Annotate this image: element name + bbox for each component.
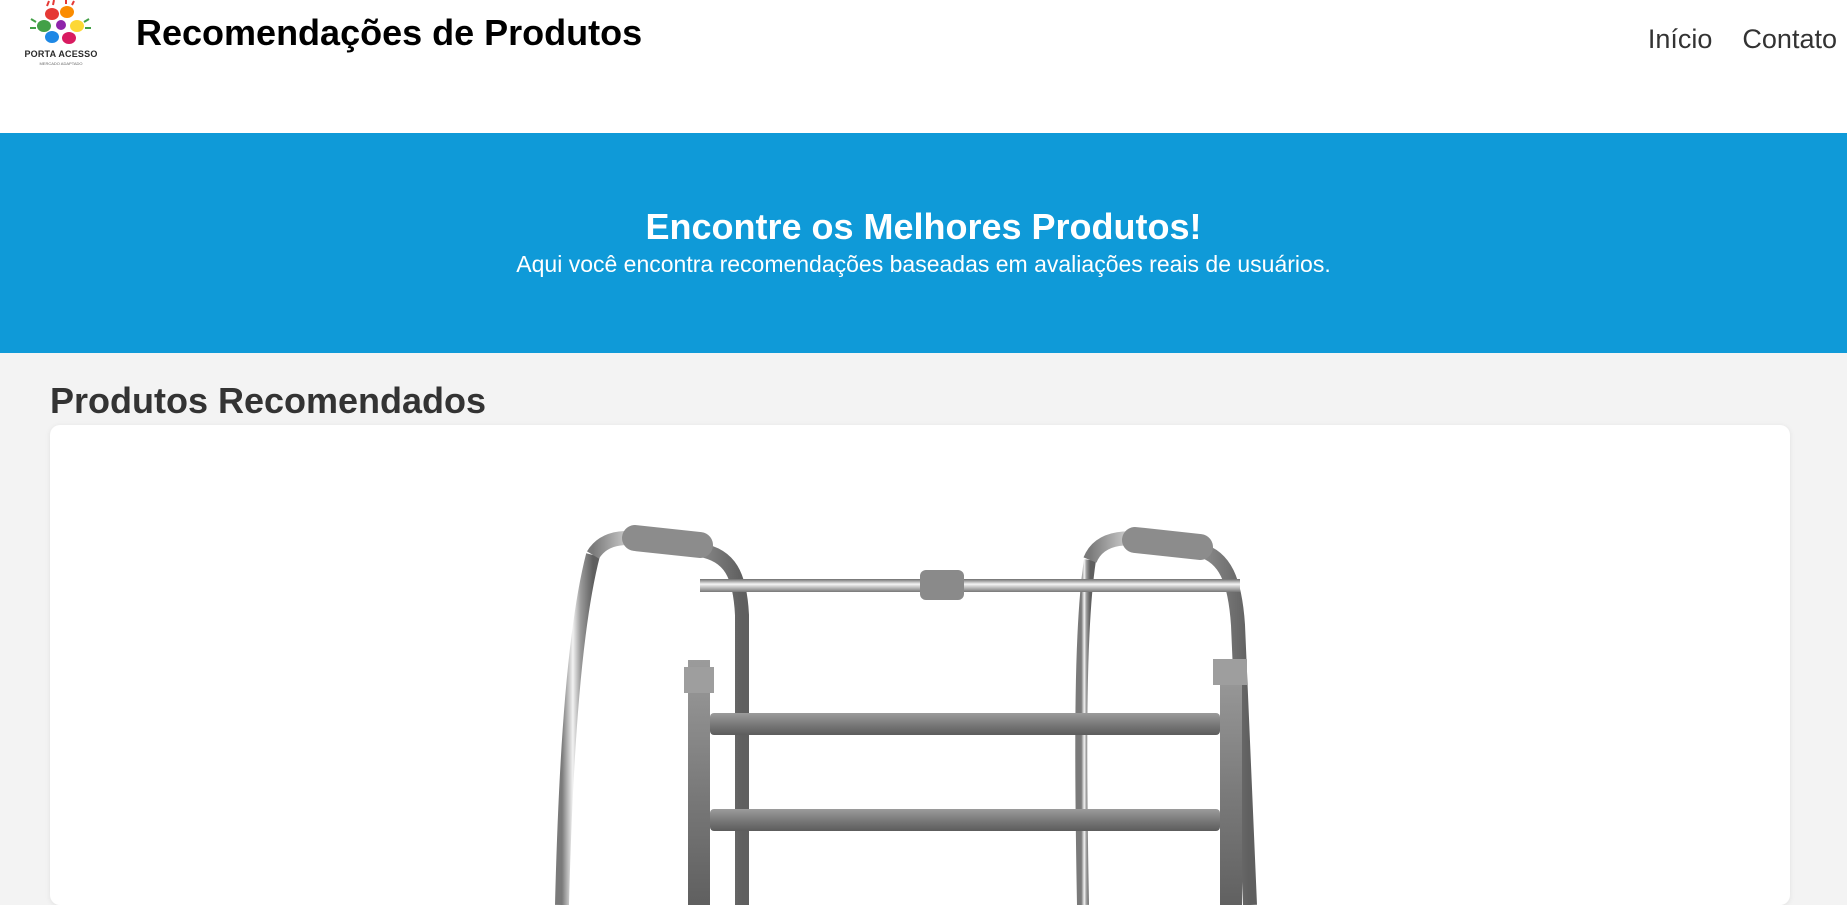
site-title: Recomendações de Produtos [136,12,643,53]
section-title: Produtos Recomendados [50,380,487,421]
hands-logo-icon [30,0,91,44]
nav-link-contato[interactable]: Contato [1742,24,1837,55]
hero-subheading: Aqui você encontra recomendações baseada… [516,251,1331,277]
product-card[interactable] [50,425,1790,905]
walker-image-icon [555,525,1257,905]
hero-banner: Encontre os Melhores Produtos! Aqui você… [0,133,1847,353]
site-header: PORTA ACESSO MERCADO ADAPTADO Recomendaç… [0,0,1847,133]
nav-link-inicio[interactable]: Início [1648,24,1713,55]
logo-subtext: MERCADO ADAPTADO [39,61,83,66]
porta-acesso-logo[interactable]: PORTA ACESSO MERCADO ADAPTADO [22,0,100,70]
logo-text: PORTA ACESSO [24,49,98,59]
hero-heading: Encontre os Melhores Produtos! [645,206,1202,247]
main-nav: Início Contato [1648,24,1837,55]
